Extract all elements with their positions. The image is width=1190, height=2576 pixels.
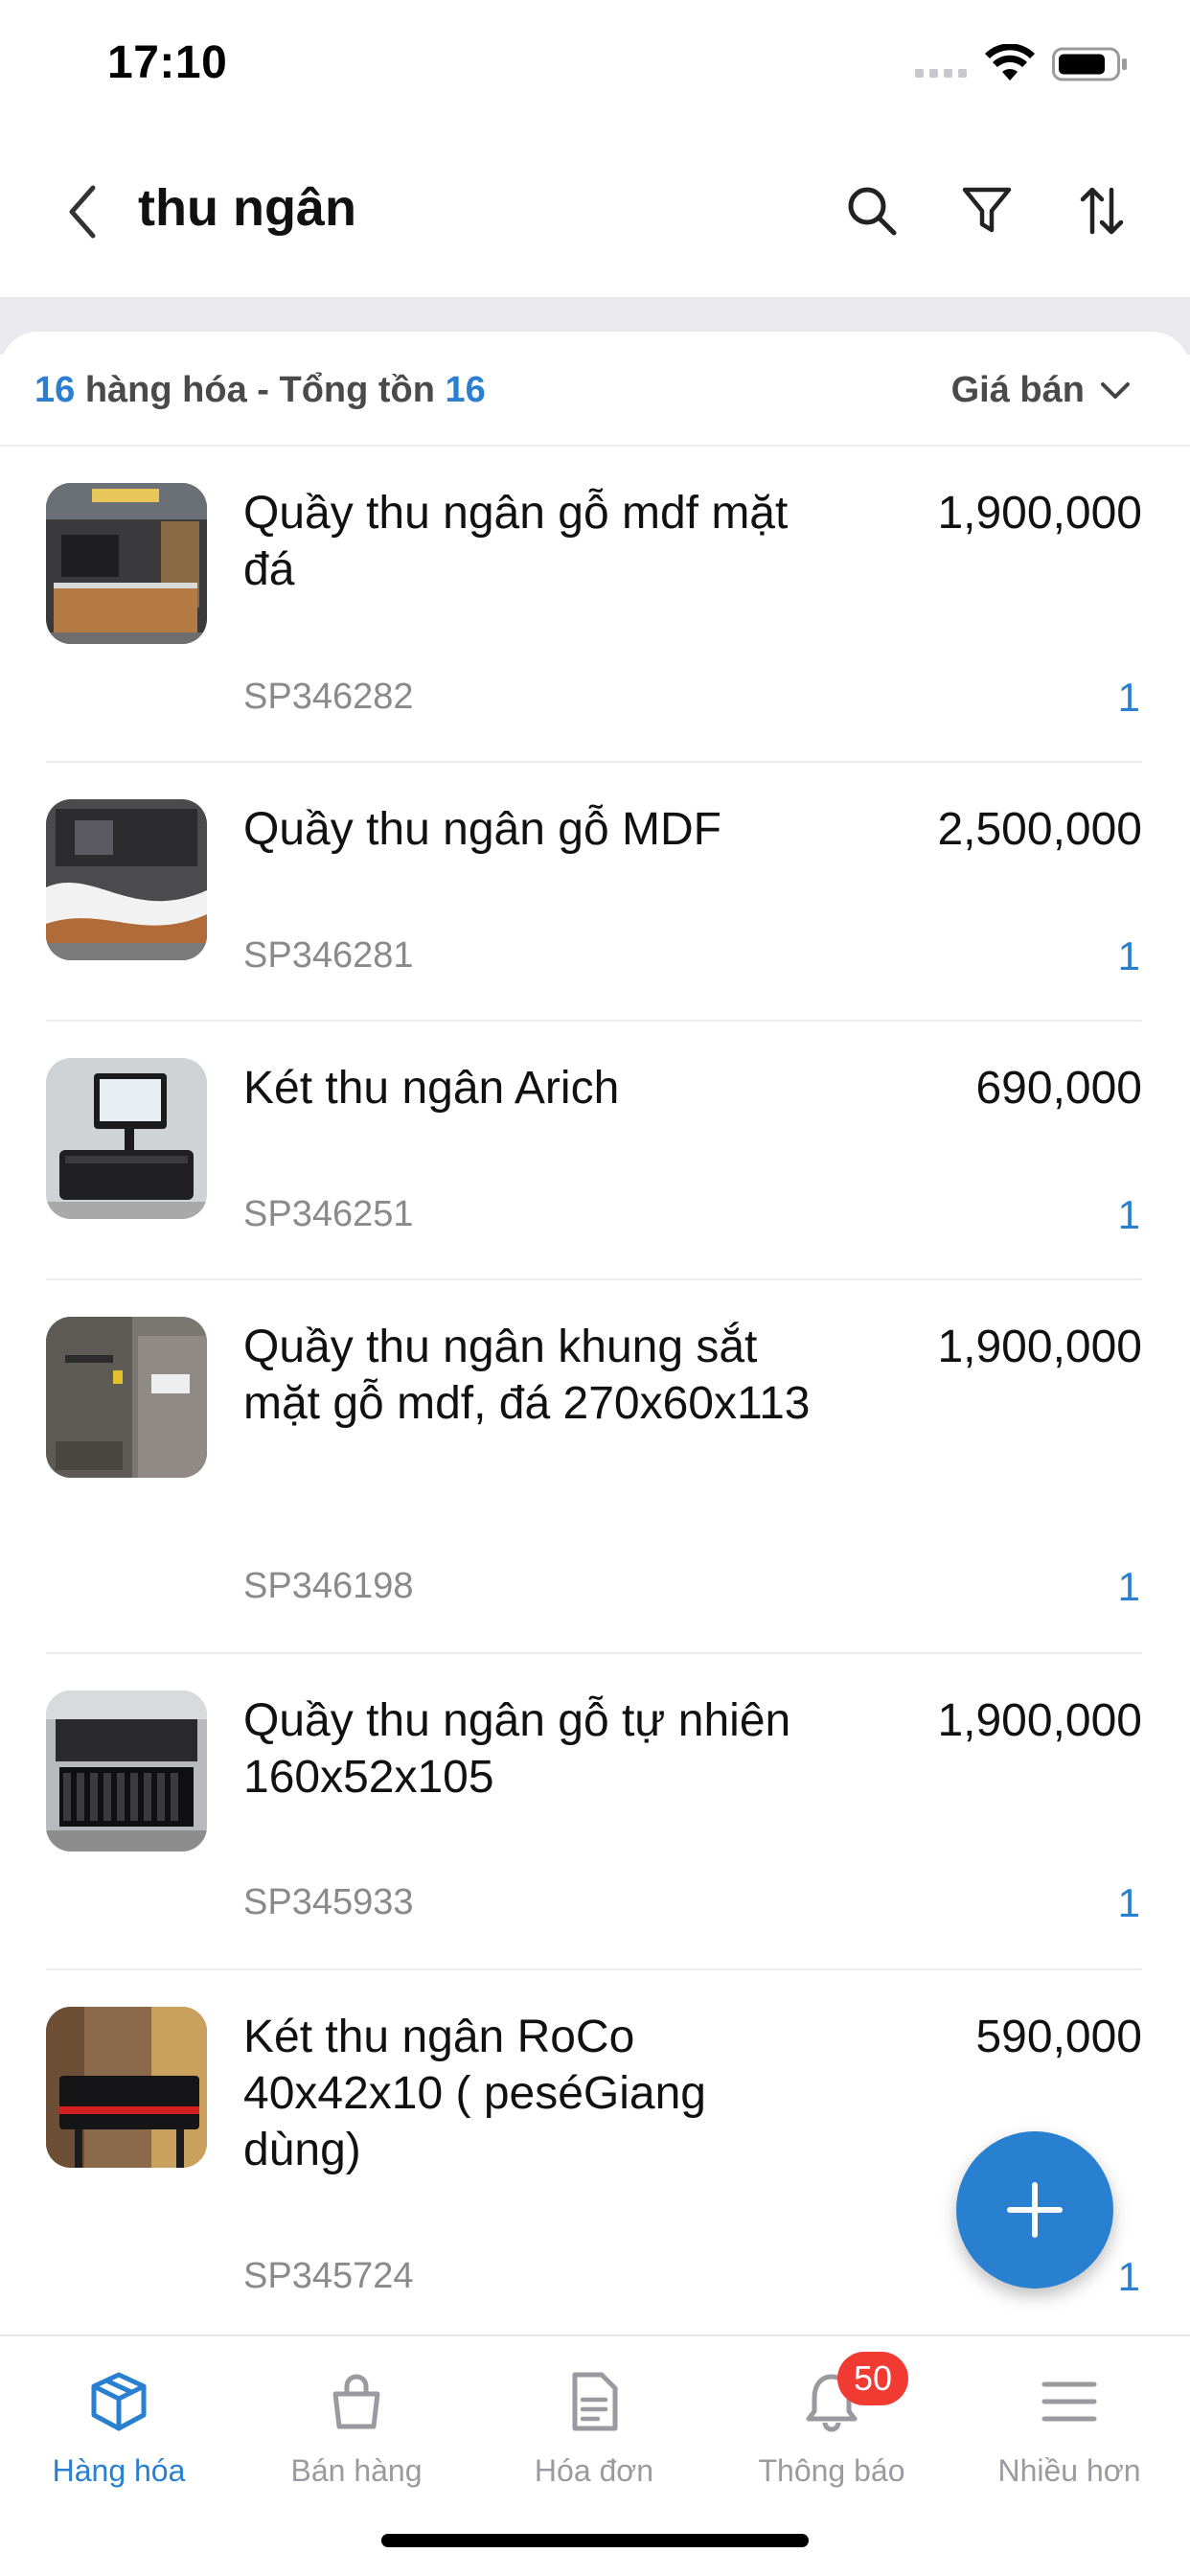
product-image <box>46 1690 207 1852</box>
box-icon <box>91 2372 147 2431</box>
product-row[interactable]: Quầy thu ngân gỗ mdf mặt đá 1,900,000 SP… <box>0 447 1190 763</box>
menu-icon <box>1041 2381 1097 2422</box>
wifi-icon <box>985 44 1035 80</box>
product-row[interactable]: Két thu ngân Arich 690,000 SP346251 1 <box>0 1022 1190 1280</box>
product-price: 1,900,000 <box>937 488 1142 539</box>
tab-label: Nhiều hơn <box>997 2453 1141 2488</box>
price-type-label: Giá bán <box>950 370 1085 410</box>
product-row[interactable]: Quầy thu ngân khung sắt mặt gỗ mdf, đá 2… <box>0 1280 1190 1654</box>
tab-more[interactable]: Nhiều hơn <box>950 2363 1188 2507</box>
stock-quantity: 1 <box>1117 1880 1140 1925</box>
product-price: 1,900,000 <box>937 1695 1142 1746</box>
total-stock: 16 <box>445 370 486 410</box>
navigation-header: thu ngân <box>0 144 1190 278</box>
tab-sales[interactable]: Bán hàng <box>238 2363 475 2507</box>
document-icon <box>572 2372 618 2431</box>
product-name: Quầy thu ngân gỗ tự nhiên 160x52x105 <box>243 1695 791 1803</box>
product-image <box>46 483 207 644</box>
product-price: 1,900,000 <box>937 1322 1142 1372</box>
tab-label: Thông báo <box>758 2453 905 2488</box>
plus-icon <box>1007 2182 1063 2238</box>
chevron-left-icon <box>69 185 96 239</box>
stock-quantity: 1 <box>1117 675 1140 720</box>
add-product-button[interactable] <box>956 2131 1113 2288</box>
tab-invoices[interactable]: Hóa đơn <box>475 2363 713 2507</box>
product-code: SP346198 <box>243 1566 414 1606</box>
tab-label: Hóa đơn <box>534 2453 654 2488</box>
product-price: 590,000 <box>975 2012 1142 2062</box>
product-count: 16 <box>34 370 76 410</box>
stock-quantity: 1 <box>1117 2254 1140 2299</box>
product-name: Quầy thu ngân gỗ mdf mặt đá <box>243 488 789 595</box>
filter-icon <box>962 187 1012 233</box>
search-button[interactable] <box>834 172 910 249</box>
product-image <box>46 1058 207 1219</box>
page-title: thu ngân <box>138 179 356 237</box>
product-image <box>46 1317 207 1478</box>
product-row[interactable]: Quầy thu ngân gỗ MDF 2,500,000 SP346281 … <box>0 763 1190 1022</box>
filter-button[interactable] <box>949 172 1025 249</box>
battery-icon <box>1052 47 1127 81</box>
product-image <box>46 799 207 960</box>
shopping-bag-icon <box>332 2374 380 2429</box>
stock-quantity: 1 <box>1117 933 1140 978</box>
sort-button[interactable] <box>1064 172 1140 249</box>
back-button[interactable] <box>54 178 111 245</box>
product-list[interactable]: Quầy thu ngân gỗ mdf mặt đá 1,900,000 SP… <box>0 447 1190 2334</box>
chevron-down-icon <box>1101 381 1130 399</box>
product-price: 690,000 <box>975 1063 1142 1114</box>
sort-arrows-icon <box>1080 187 1124 235</box>
product-name: Két thu ngân Arich <box>243 1063 620 1114</box>
inventory-summary: 16 hàng hóa - Tổng tồn 16 <box>34 370 486 411</box>
price-type-dropdown[interactable]: Giá bán <box>951 370 1131 411</box>
product-code: SP346281 <box>243 935 414 976</box>
cellular-signal-icon <box>915 69 969 80</box>
home-indicator[interactable] <box>381 2534 809 2547</box>
product-code: SP345933 <box>243 1882 414 1922</box>
stock-quantity: 1 <box>1117 1564 1140 1609</box>
status-time: 17:10 <box>107 37 228 88</box>
product-price: 2,500,000 <box>937 804 1142 855</box>
tab-notifications[interactable]: 50 Thông báo <box>713 2352 950 2507</box>
tab-products[interactable]: Hàng hóa <box>0 2363 238 2507</box>
product-name: Két thu ngân RoCo 40x42x10 ( peséGiang d… <box>243 2012 706 2175</box>
product-name: Quầy thu ngân gỗ MDF <box>243 804 721 855</box>
product-code: SP345724 <box>243 2256 414 2296</box>
status-bar: 17:10 <box>0 0 1190 125</box>
search-icon <box>848 187 897 236</box>
product-image <box>46 2007 207 2168</box>
product-row[interactable]: Quầy thu ngân gỗ tự nhiên 160x52x105 1,9… <box>0 1654 1190 1970</box>
product-code: SP346251 <box>243 1194 414 1234</box>
notification-badge: 50 <box>837 2352 908 2405</box>
product-code: SP346282 <box>243 677 414 717</box>
tab-label: Hàng hóa <box>52 2453 186 2488</box>
product-name: Quầy thu ngân khung sắt mặt gỗ mdf, đá 2… <box>243 1322 811 1429</box>
stock-quantity: 1 <box>1117 1192 1140 1237</box>
summary-label: hàng hóa - Tổng tồn <box>75 370 446 410</box>
tab-label: Bán hàng <box>290 2453 423 2488</box>
